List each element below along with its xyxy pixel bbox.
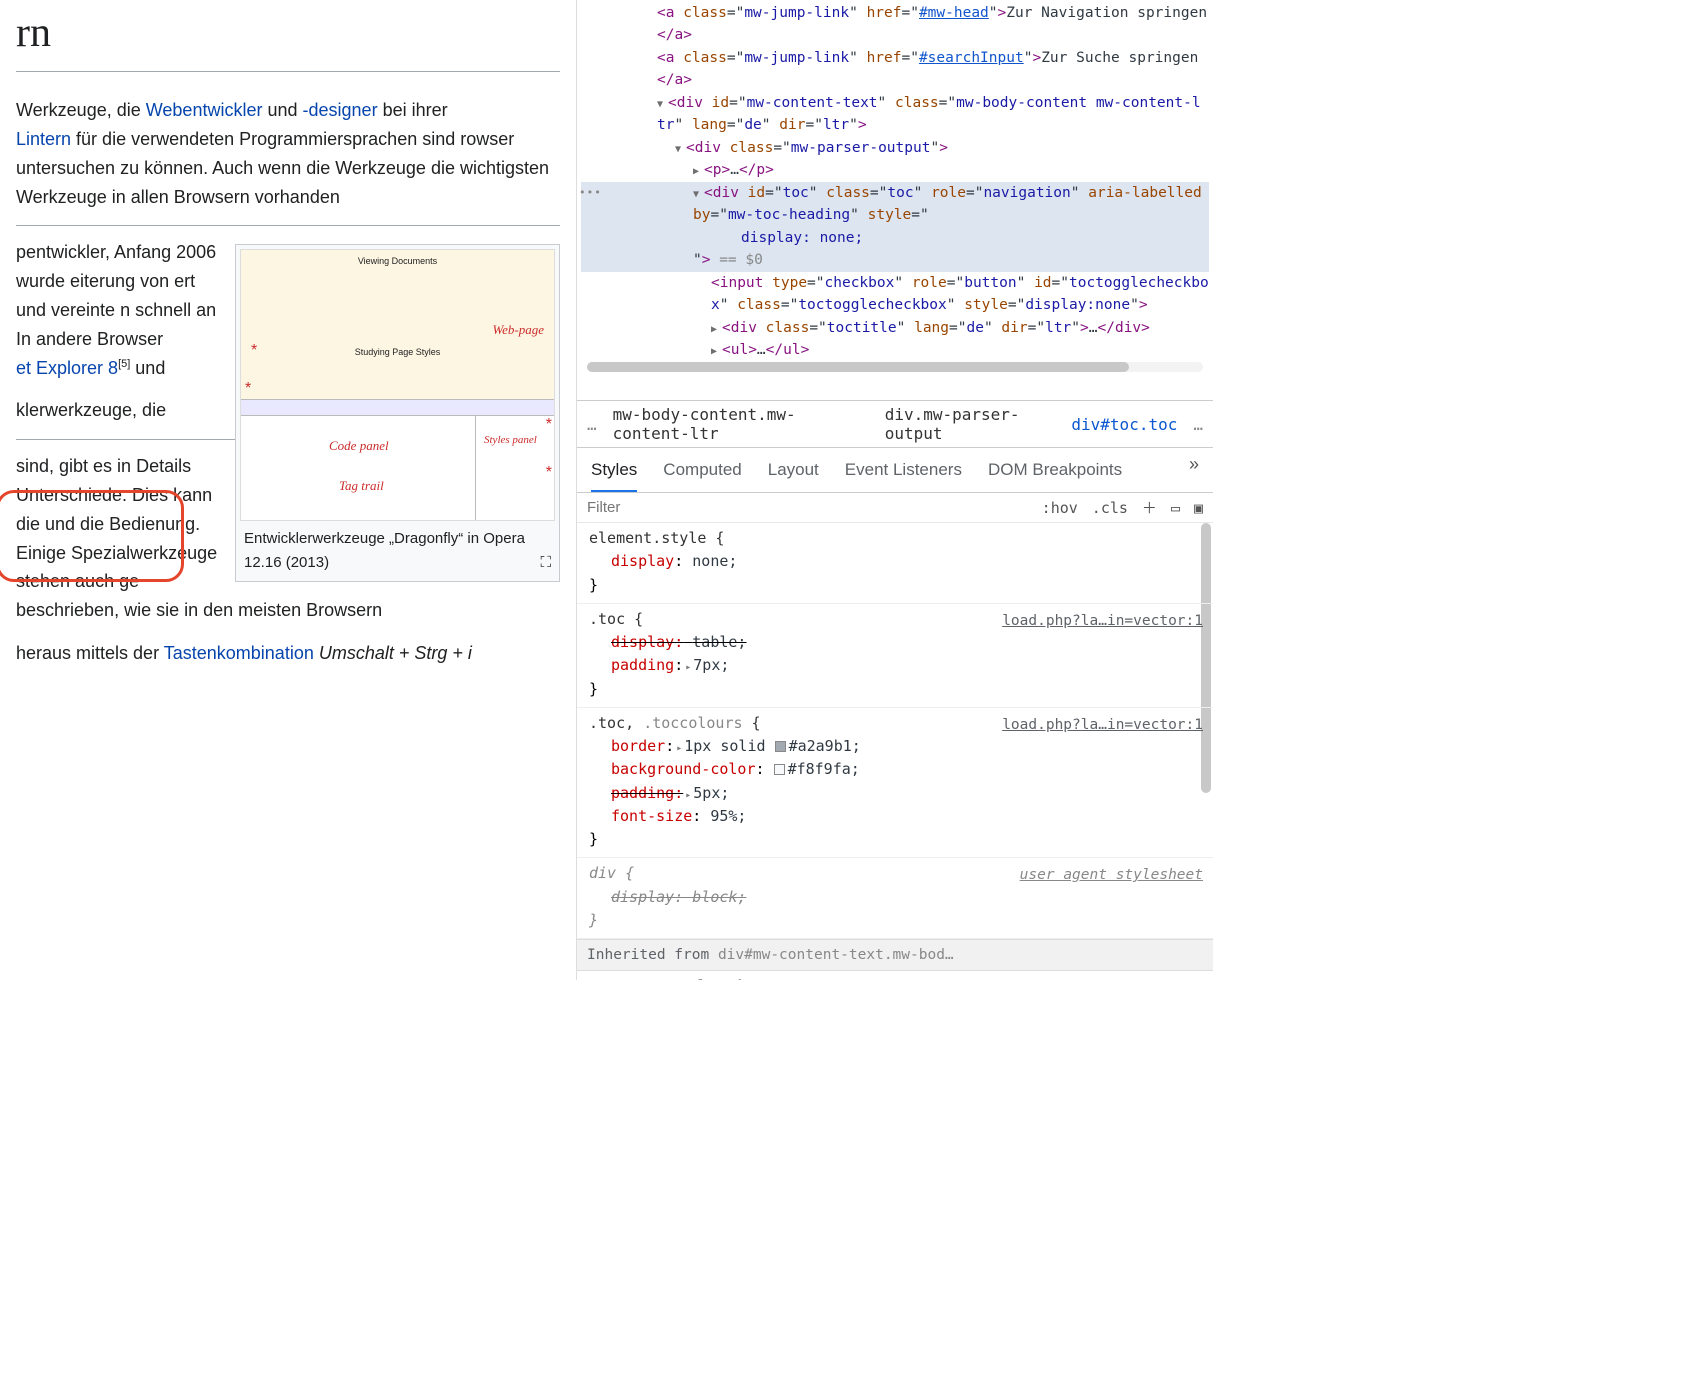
link-ie8[interactable]: et Explorer 8 <box>16 358 118 378</box>
elements-dom-tree[interactable]: <a class="mw-jump-link" href="#mw-head">… <box>577 0 1213 400</box>
element-breadcrumb[interactable]: … mw-body-content.mw-content-ltr div.mw-… <box>577 400 1213 448</box>
tab-layout[interactable]: Layout <box>768 454 819 492</box>
expand-icon[interactable]: ⛶ <box>540 551 551 575</box>
article-content: rn Werkzeuge, die Webentwickler und -des… <box>0 0 576 980</box>
figure-label-stylespanel: Styles panel <box>484 432 537 450</box>
ua-stylesheet-label: user agent stylesheet <box>1020 864 1203 886</box>
dom-node[interactable]: ▶<ul>…</ul> <box>581 339 1209 361</box>
devtools-panel: <a class="mw-jump-link" href="#mw-head">… <box>576 0 1213 980</box>
figure-label-webpage: Web-page <box>492 320 544 341</box>
rule-toc[interactable]: load.php?la…in=vector:1 .toc { display: … <box>577 604 1213 708</box>
footnote-5[interactable]: [5] <box>118 358 130 370</box>
stylesheet-source-link[interactable]: load.php?la…in=vector:1 <box>1002 714 1203 736</box>
add-rule-icon[interactable]: ＋ <box>1142 497 1157 518</box>
rule-div-ua[interactable]: user agent stylesheet div { display: blo… <box>577 858 1213 939</box>
tab-dom-breakpoints[interactable]: DOM Breakpoints <box>988 454 1122 492</box>
dom-node[interactable]: ▶<div class="toctitle" lang="de" dir="lt… <box>581 317 1209 339</box>
tab-styles[interactable]: Styles <box>591 454 637 492</box>
filter-input[interactable] <box>587 499 1028 516</box>
section-divider <box>16 225 560 226</box>
color-swatch[interactable] <box>775 741 786 752</box>
tab-computed[interactable]: Computed <box>663 454 741 492</box>
dom-node[interactable]: <a class="mw-jump-link" href="#searchInp… <box>581 47 1209 92</box>
link-webentwickler[interactable]: Webentwickler <box>146 100 263 120</box>
figure-label-codepanel: Code panel <box>329 436 389 457</box>
page-title: rn <box>16 0 560 72</box>
paragraph-5: heraus mittels der Tastenkombination Ums… <box>16 639 560 668</box>
dom-node[interactable]: <input type="checkbox" role="button" id=… <box>581 272 1209 317</box>
rule-mw-content-ltr[interactable]: load.php?la…in=vector:1 .mw-content-ltr … <box>577 971 1213 980</box>
color-swatch[interactable] <box>774 764 785 775</box>
figure-image: Viewing Documents Web-page * * Studying … <box>240 249 555 521</box>
figure-label-tagtrail: Tag trail <box>339 476 384 497</box>
styles-tabs: Styles Computed Layout Event Listeners D… <box>577 448 1213 493</box>
stylesheet-source-link[interactable]: load.php?la…in=vector:1 <box>1002 977 1203 980</box>
device-icon[interactable]: ▭ <box>1171 499 1180 517</box>
dom-node[interactable]: <a class="mw-jump-link" href="#mw-head">… <box>581 2 1209 47</box>
styles-rules-panel[interactable]: element.style { display: none; } load.ph… <box>577 523 1213 980</box>
link-tastenkombination[interactable]: Tastenkombination <box>164 643 314 663</box>
rule-toc-colours[interactable]: load.php?la…in=vector:1 .toc, .toccolour… <box>577 708 1213 859</box>
crumb-item[interactable]: div.mw-parser-output <box>885 405 1056 443</box>
styles-toolbar: :hov .cls ＋ ▭ ▣ <box>577 493 1213 523</box>
horizontal-scrollbar[interactable] <box>587 362 1203 372</box>
rule-element-style[interactable]: element.style { display: none; } <box>577 523 1213 604</box>
inherited-from-bar: Inherited from div#mw-content-text.mw-bo… <box>577 939 1213 971</box>
crumb-item[interactable]: mw-body-content.mw-content-ltr <box>613 405 869 443</box>
dom-node[interactable]: ▼<div class="mw-parser-output"> <box>581 137 1209 159</box>
more-tabs-icon[interactable]: » <box>1189 454 1199 492</box>
figure-caption: Entwicklerwerkzeuge „Dragonfly“ in Opera… <box>240 521 555 577</box>
dom-node-selected[interactable]: ••• ▼<div id="toc" class="toc" role="nav… <box>581 182 1209 272</box>
stylesheet-source-link[interactable]: load.php?la…in=vector:1 <box>1002 610 1203 632</box>
dom-node[interactable]: ▶<p>…</p> <box>581 159 1209 181</box>
figure-dragonfly[interactable]: Viewing Documents Web-page * * Studying … <box>235 244 560 582</box>
cls-button[interactable]: .cls <box>1092 499 1128 517</box>
link-designer[interactable]: -designer <box>303 100 378 120</box>
paragraph-1: Werkzeuge, die Webentwickler und -design… <box>16 96 560 211</box>
hov-button[interactable]: :hov <box>1042 499 1078 517</box>
dom-node[interactable]: ▼<div id="mw-content-text" class="mw-bod… <box>581 92 1209 137</box>
tab-event-listeners[interactable]: Event Listeners <box>845 454 962 492</box>
link-lintern[interactable]: Lintern <box>16 129 71 149</box>
toggle-sidebar-icon[interactable]: ▣ <box>1194 499 1203 517</box>
crumb-item-active[interactable]: div#toc.toc <box>1071 415 1177 434</box>
